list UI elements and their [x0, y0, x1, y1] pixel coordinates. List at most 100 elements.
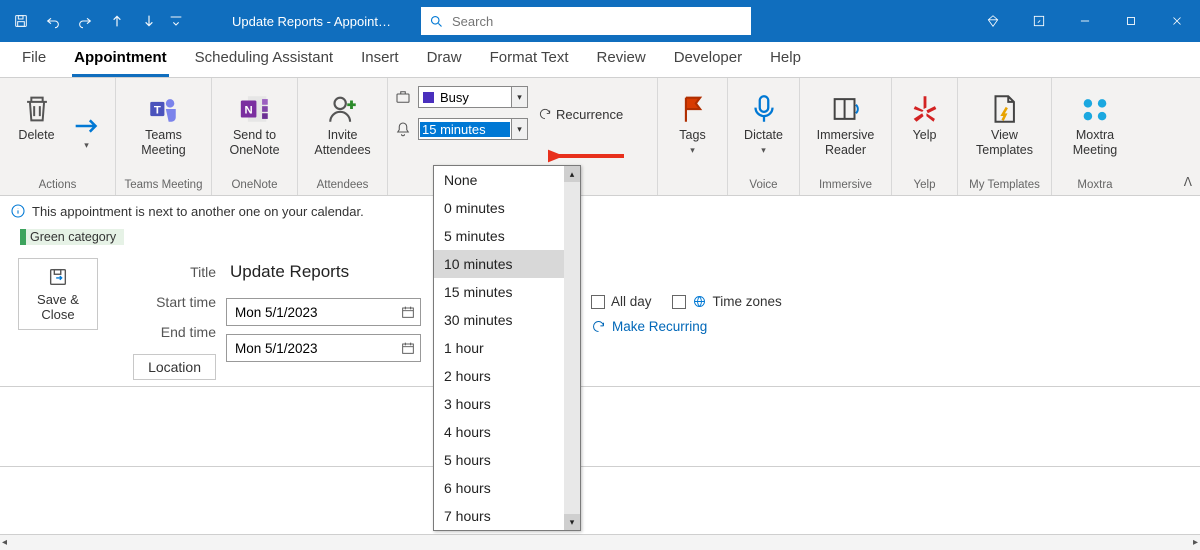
busy-color-swatch — [423, 92, 434, 103]
reminder-select[interactable]: 15 minutes ▾ — [418, 118, 528, 140]
moxtra-meeting-button[interactable]: Moxtra Meeting — [1065, 88, 1125, 174]
make-recurring-link[interactable]: Make Recurring — [591, 319, 782, 334]
reminder-option[interactable]: 5 minutes — [434, 222, 580, 250]
redo-icon[interactable] — [72, 8, 98, 34]
group-voice: Dictate ▾ Voice — [728, 78, 800, 195]
trash-icon — [20, 92, 54, 126]
horizontal-scrollbar[interactable]: ◂▸ — [0, 534, 1200, 550]
bell-icon — [394, 120, 412, 138]
reminder-option[interactable]: 15 minutes — [434, 278, 580, 306]
calendar-icon[interactable] — [400, 340, 416, 356]
reminder-option[interactable]: 5 hours — [434, 446, 580, 474]
view-templates-button[interactable]: View Templates — [968, 88, 1041, 174]
tab-help[interactable]: Help — [768, 43, 803, 77]
maximize-icon[interactable] — [1108, 0, 1154, 42]
tab-scheduling-assistant[interactable]: Scheduling Assistant — [193, 43, 335, 77]
send-to-onenote-button[interactable]: N Send to OneNote — [221, 88, 287, 174]
title-field[interactable]: Update Reports — [226, 260, 421, 290]
reminder-option[interactable]: None — [434, 166, 580, 194]
chevron-down-icon[interactable]: ▾ — [511, 119, 527, 139]
svg-text:T: T — [154, 104, 161, 116]
scroll-down-icon[interactable]: ▾ — [564, 514, 580, 530]
window-title: Update Reports - Appoint… — [232, 14, 391, 29]
tab-insert[interactable]: Insert — [359, 43, 401, 77]
reminder-option[interactable]: 4 hours — [434, 418, 580, 446]
down-arrow-icon[interactable] — [136, 8, 162, 34]
reminder-option[interactable]: 7 hours — [434, 502, 580, 530]
search-input[interactable] — [452, 14, 743, 29]
group-templates: View Templates My Templates — [958, 78, 1052, 195]
show-as-select[interactable]: Busy ▾ — [418, 86, 528, 108]
category-chip[interactable]: Green category — [20, 229, 124, 245]
category-bar: Green category — [0, 226, 1200, 248]
dictate-button[interactable]: Dictate ▾ — [736, 88, 791, 174]
reminder-option[interactable]: 3 hours — [434, 390, 580, 418]
recurrence-icon — [591, 319, 606, 334]
search-icon — [429, 14, 444, 29]
forward-button[interactable]: ▾ — [68, 88, 106, 174]
save-and-close-button[interactable]: Save & Close — [18, 258, 98, 330]
chevron-down-icon[interactable]: ▾ — [511, 87, 527, 107]
group-moxtra: Moxtra Meeting Moxtra — [1052, 78, 1138, 195]
all-day-checkbox[interactable] — [591, 295, 605, 309]
time-zones-checkbox[interactable] — [672, 295, 686, 309]
reminder-option[interactable]: 30 minutes — [434, 306, 580, 334]
recurrence-button[interactable]: Recurrence — [534, 107, 627, 122]
end-date-field[interactable]: Mon 5/1/2023 — [226, 334, 421, 362]
tab-review[interactable]: Review — [595, 43, 648, 77]
minimize-icon[interactable] — [1062, 0, 1108, 42]
up-arrow-icon[interactable] — [104, 8, 130, 34]
yelp-button[interactable]: Yelp — [898, 88, 952, 174]
flag-icon — [676, 92, 710, 126]
tab-appointment[interactable]: Appointment — [72, 43, 168, 77]
location-button[interactable]: Location — [133, 354, 216, 380]
group-yelp: Yelp Yelp — [892, 78, 958, 195]
globe-icon — [692, 294, 707, 309]
start-time-label: Start time — [156, 294, 216, 310]
search-box[interactable] — [421, 7, 751, 35]
delete-button[interactable]: Delete — [10, 88, 64, 174]
group-teams: T Teams Meeting Teams Meeting — [116, 78, 212, 195]
group-immersive: Immersive Reader Immersive — [800, 78, 892, 195]
immersive-reader-button[interactable]: Immersive Reader — [809, 88, 883, 174]
qat-more-icon[interactable] — [168, 8, 184, 34]
tab-developer[interactable]: Developer — [672, 43, 744, 77]
svg-text:N: N — [244, 104, 252, 116]
annotation-arrow — [548, 142, 628, 170]
collapse-ribbon-icon[interactable]: ᐱ — [1184, 175, 1192, 189]
tab-draw[interactable]: Draw — [425, 43, 464, 77]
document-lightning-icon — [987, 92, 1021, 126]
calendar-icon[interactable] — [400, 304, 416, 320]
window-mode-icon[interactable] — [1016, 0, 1062, 42]
reminder-option[interactable]: 2 hours — [434, 362, 580, 390]
book-speaker-icon — [829, 92, 863, 126]
info-bar: This appointment is next to another one … — [0, 196, 1200, 226]
reminder-option[interactable]: 10 minutes — [434, 250, 580, 278]
info-icon — [10, 203, 26, 219]
tab-file[interactable]: File — [20, 43, 48, 77]
group-tags: Tags ▾ — [658, 78, 728, 195]
reminder-option[interactable]: 1 hour — [434, 334, 580, 362]
reminder-option[interactable]: 0 minutes — [434, 194, 580, 222]
reminder-dropdown[interactable]: ▴ ▾ None0 minutes5 minutes10 minutes15 m… — [433, 165, 581, 531]
group-attendees: Invite Attendees Attendees — [298, 78, 388, 195]
save-icon[interactable] — [8, 8, 34, 34]
invite-attendees-button[interactable]: Invite Attendees — [306, 88, 378, 174]
premium-icon[interactable] — [970, 0, 1016, 42]
ribbon-tabs: File Appointment Scheduling Assistant In… — [0, 42, 1200, 78]
teams-meeting-button[interactable]: T Teams Meeting — [133, 88, 193, 174]
undo-icon[interactable] — [40, 8, 66, 34]
group-actions: Delete ▾ Actions — [0, 78, 116, 195]
scrollbar[interactable]: ▴ ▾ — [564, 166, 580, 530]
tab-format-text[interactable]: Format Text — [488, 43, 571, 77]
start-date-field[interactable]: Mon 5/1/2023 — [226, 298, 421, 326]
quick-access-toolbar — [0, 8, 192, 34]
close-icon[interactable] — [1154, 0, 1200, 42]
moxtra-icon — [1078, 92, 1112, 126]
tags-button[interactable]: Tags ▾ — [666, 88, 720, 174]
title-label: Title — [190, 264, 216, 280]
chevron-down-icon: ▾ — [690, 145, 695, 156]
ribbon: Delete ▾ Actions T Teams Meeting Teams M… — [0, 78, 1200, 196]
group-onenote: N Send to OneNote OneNote — [212, 78, 298, 195]
reminder-option[interactable]: 6 hours — [434, 474, 580, 502]
